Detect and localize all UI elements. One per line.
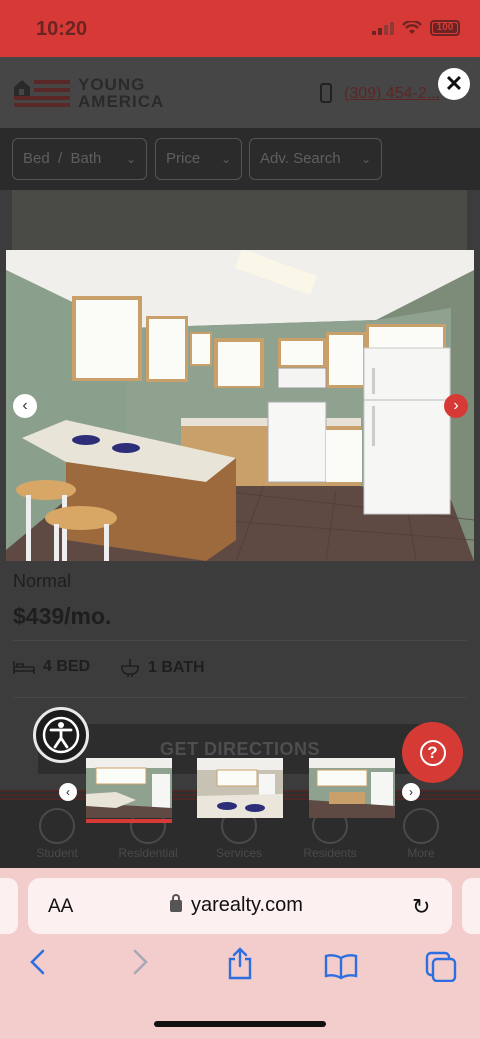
bed-bath-filter-label: Bed / Bath — [23, 150, 102, 167]
chevron-down-icon: ⌄ — [360, 152, 371, 166]
thumbnail-active-indicator — [86, 819, 172, 823]
bed-icon — [13, 661, 35, 674]
logo-flag-icon — [14, 80, 70, 107]
divider — [13, 640, 467, 641]
beds-count: 4 BED — [43, 658, 91, 675]
logo-line-1: YOUNG — [78, 75, 146, 94]
baths-count: 1 BATH — [148, 659, 205, 676]
reader-options-button[interactable]: AA — [48, 896, 73, 918]
lock-icon — [170, 894, 182, 912]
status-time: 10:20 — [36, 18, 88, 40]
previous-tab-edge[interactable] — [0, 878, 18, 934]
price-filter[interactable]: Price ⌄ — [155, 138, 242, 180]
bookmarks-icon[interactable] — [324, 952, 358, 980]
price-filter-label: Price — [166, 150, 201, 167]
kitchen-image — [6, 250, 474, 561]
photo-prev-button[interactable]: ‹ — [13, 394, 37, 418]
browser-toolbar: AA yarealty.com ↻ — [0, 868, 480, 1039]
adv-search-filter[interactable]: Adv. Search ⌄ — [249, 138, 382, 180]
url-text: yarealty.com — [191, 894, 303, 916]
background-photo — [12, 190, 467, 250]
signal-icon — [372, 22, 394, 35]
status-bar: 10:20 100 — [0, 0, 480, 57]
menu-icon — [403, 808, 439, 844]
thumbnail-next-button[interactable]: › — [402, 783, 420, 801]
thumbnail-3[interactable] — [309, 758, 395, 818]
phone-link[interactable]: (309) 454-2... — [344, 85, 440, 103]
chevron-down-icon: ⌄ — [220, 152, 231, 166]
adv-search-filter-label: Adv. Search — [260, 150, 341, 167]
status-icons: 100 — [372, 20, 460, 36]
thumbnail-2[interactable] — [197, 758, 283, 818]
nav-services-label: Services — [215, 846, 262, 860]
back-icon[interactable] — [28, 948, 48, 976]
question-icon: ? — [419, 739, 446, 766]
site-header: YOUNG AMERICA (309) 454-2... — [0, 57, 480, 128]
beds-info: 4 BED — [13, 658, 90, 676]
wifi-icon — [402, 21, 422, 34]
forward-icon[interactable] — [130, 948, 150, 976]
accessibility-icon — [42, 716, 80, 754]
baths-info: 1 BATH — [120, 658, 205, 678]
battery-level: 100 — [433, 23, 457, 33]
site-logo-text: YOUNG AMERICA — [78, 76, 164, 110]
divider — [13, 697, 467, 698]
listing-photo[interactable] — [6, 250, 474, 561]
nav-residential-label: Residential — [118, 846, 178, 860]
address-bar[interactable]: AA yarealty.com ↻ — [28, 878, 452, 934]
bed-bath-filter[interactable]: Bed / Bath ⌄ — [12, 138, 147, 180]
listing-name: Normal — [13, 571, 72, 591]
battery-icon: 100 — [430, 20, 460, 36]
next-tab-edge[interactable] — [462, 878, 480, 934]
chevron-down-icon: ⌄ — [125, 152, 136, 166]
share-icon[interactable] — [226, 946, 254, 980]
thumbnail-image — [197, 758, 283, 818]
listing-price: $439/mo. — [13, 603, 112, 629]
nav-student[interactable]: Student — [17, 808, 97, 860]
home-indicator — [154, 1021, 326, 1027]
thumbnail-image — [309, 758, 395, 818]
nav-residents-label: Residents — [303, 846, 357, 860]
phone-icon — [320, 83, 332, 103]
bath-icon — [121, 659, 139, 677]
tabs-icon[interactable] — [424, 950, 458, 982]
filter-bar: Bed / Bath ⌄ Price ⌄ Adv. Search ⌄ — [0, 128, 480, 190]
nav-student-label: Student — [36, 846, 78, 860]
nav-more-label: More — [407, 846, 435, 860]
photo-next-button[interactable]: › — [444, 394, 468, 418]
reload-icon[interactable]: ↻ — [412, 894, 430, 920]
accessibility-button[interactable] — [33, 707, 89, 763]
thumbnail-image — [86, 758, 172, 818]
logo-line-2: AMERICA — [78, 92, 165, 111]
close-button[interactable]: ✕ — [438, 68, 470, 100]
thumbnail-prev-button[interactable]: ‹ — [59, 783, 77, 801]
student-icon — [39, 808, 75, 844]
thumbnail-1[interactable] — [86, 758, 172, 818]
help-button[interactable]: ? — [402, 722, 463, 783]
